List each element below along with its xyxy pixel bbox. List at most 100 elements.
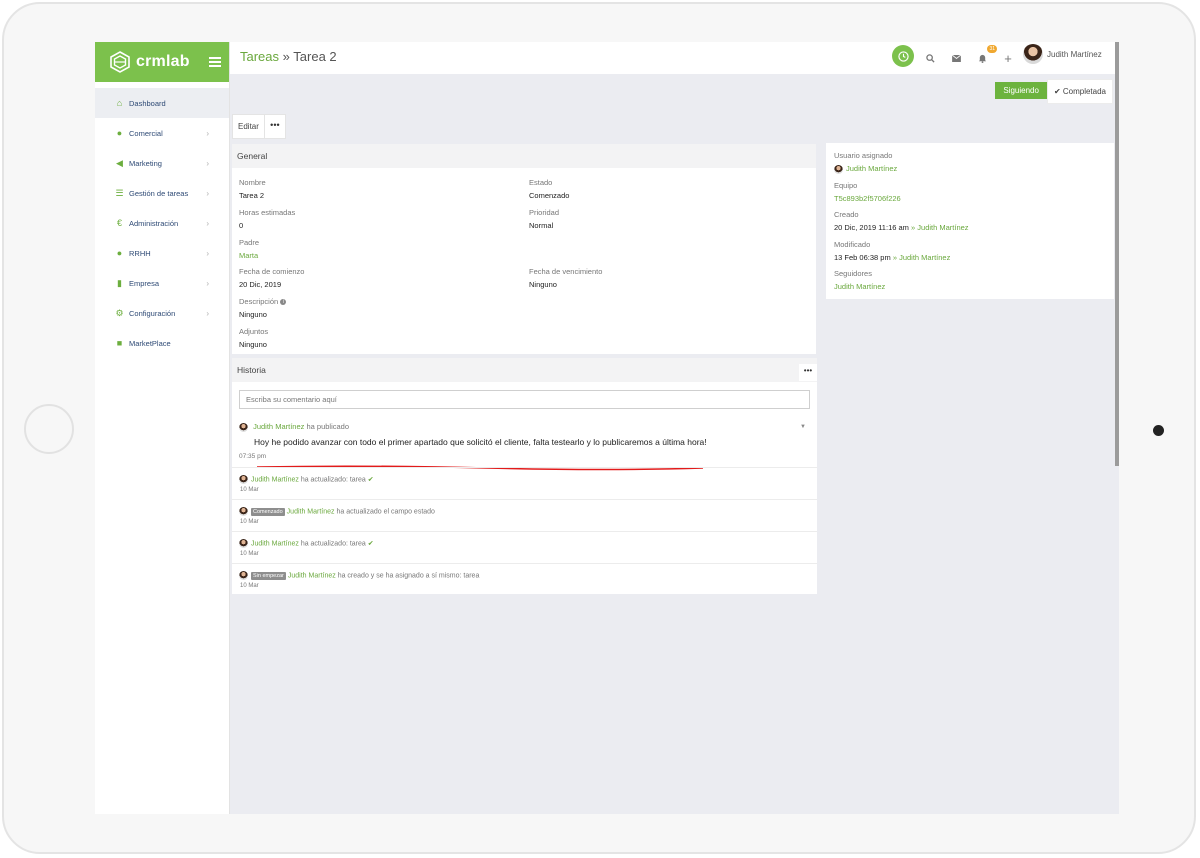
- field-due-date: Fecha de vencimiento Ninguno: [529, 267, 602, 289]
- created-by-link[interactable]: Judith Martínez: [917, 223, 968, 232]
- field-name: Nombre Tarea 2: [239, 178, 266, 200]
- clock-icon[interactable]: [892, 45, 914, 67]
- following-button[interactable]: Siguiendo: [995, 82, 1047, 99]
- sidebar-item-label: Empresa: [129, 278, 160, 288]
- field-value: Ninguno: [529, 280, 557, 289]
- activity-list: Judith Martínez ha actualizado: tarea ✔ 1…: [232, 467, 817, 595]
- field-label: Prioridad: [529, 208, 560, 217]
- check-icon[interactable]: ✔: [368, 540, 374, 547]
- logo-bar: crmlab: [95, 42, 229, 82]
- sidebar-item-label: MarketPlace: [129, 338, 171, 348]
- activity-item: Judith Martínez ha actualizado: tarea ✔ 1…: [232, 531, 817, 563]
- status-badge: Sin empezar: [251, 571, 286, 580]
- tablet-camera: [1153, 425, 1164, 436]
- activity-date: 10 Mar: [240, 583, 259, 589]
- field-value: 0: [239, 221, 244, 230]
- edit-group: Editar •••: [232, 114, 286, 139]
- field-value: Comenzado: [529, 191, 570, 200]
- sidebar-item-rrhh[interactable]: ● RRHH ›: [95, 238, 229, 268]
- user-menu[interactable]: Judith Martínez: [1023, 44, 1102, 64]
- sidebar-item-label: Administración: [129, 218, 179, 228]
- post-message: Hoy he podido avanzar con todo el primer…: [254, 436, 707, 447]
- comment-input[interactable]: Escriba su comentario aquí: [239, 390, 810, 409]
- bell-icon[interactable]: 31: [972, 45, 997, 68]
- sidebar-item-comercial[interactable]: ● Comercial ›: [95, 118, 229, 148]
- created-by-arrow: »: [911, 223, 916, 232]
- sidebar-item-empresa[interactable]: ▮ Empresa ›: [95, 268, 229, 298]
- follower-link[interactable]: Judith Martínez: [834, 282, 885, 291]
- chevron-right-icon: ›: [206, 188, 209, 198]
- field-value: Normal: [529, 221, 554, 230]
- field-label: Fecha de comienzo: [239, 267, 305, 276]
- breadcrumb-tareas-link[interactable]: Tareas: [240, 49, 279, 64]
- sidebar-item-gesti-n-de-tareas[interactable]: ☰ Gestión de tareas ›: [95, 178, 229, 208]
- post-author-link[interactable]: Judith Martínez: [253, 422, 304, 431]
- crmlab-logo-icon[interactable]: [109, 51, 131, 73]
- history-panel-title: Historia: [232, 358, 817, 382]
- sidebar-item-label: Dashboard: [129, 98, 166, 108]
- activity-author-link[interactable]: Judith Martínez: [251, 476, 299, 483]
- info-icon[interactable]: i: [280, 299, 287, 306]
- add-icon[interactable]: +: [998, 48, 1018, 68]
- field-label: Usuario asignado: [834, 151, 893, 160]
- avatar: [239, 475, 248, 484]
- follow-status-group: Siguiendo ✔ Completada: [995, 79, 1113, 104]
- gear-icon: ⚙: [115, 307, 124, 318]
- field-label: Padre: [239, 238, 260, 247]
- parent-link[interactable]: Marta: [239, 251, 259, 260]
- assigned-user-link[interactable]: Judith Martínez: [846, 164, 897, 173]
- field-priority: Prioridad Normal: [529, 208, 559, 230]
- field-value: 20 Dic, 2019: [239, 280, 282, 289]
- field-modified: Modificado 13 Feb 06:38 pm » Judith Mart…: [834, 240, 950, 262]
- activity-author-link[interactable]: Judith Martínez: [251, 540, 299, 547]
- activity-text: ha actualizado: tarea: [300, 540, 366, 548]
- sidebar-item-configuraci-n[interactable]: ⚙ Configuración ›: [95, 298, 229, 328]
- modified-by-link[interactable]: Judith Martínez: [899, 253, 950, 262]
- sidebar-item-label: Marketing: [129, 158, 162, 168]
- field-label: Equipo: [834, 181, 858, 190]
- modified-by-arrow: »: [892, 253, 897, 262]
- avatar: [239, 539, 248, 548]
- chevron-right-icon: ›: [206, 308, 209, 318]
- field-label: Horas estimadas: [239, 208, 296, 217]
- field-label: Adjuntos: [239, 327, 269, 336]
- menu-toggle-icon[interactable]: [209, 57, 221, 67]
- more-actions-button[interactable]: •••: [264, 114, 286, 139]
- activity-date: 10 Mar: [240, 551, 259, 557]
- topbar: Tareas » Tarea 2 31 + Judith Martínez: [230, 42, 1119, 74]
- search-icon[interactable]: [920, 48, 940, 68]
- completed-button[interactable]: ✔ Completada: [1046, 79, 1113, 104]
- field-status: Estado Comenzado: [529, 178, 569, 200]
- field-followers: Seguidores Judith Martínez: [834, 269, 885, 291]
- edit-button[interactable]: Editar: [232, 114, 265, 139]
- field-created: Creado 20 Dic, 2019 11:16 am » Judith Ma…: [834, 210, 969, 232]
- field-label: Descripción: [239, 297, 279, 306]
- field-label: Creado: [834, 210, 859, 219]
- history-more-button[interactable]: •••: [799, 364, 817, 381]
- sidebar-item-label: RRHH: [129, 248, 151, 258]
- sidebar-item-label: Comercial: [129, 128, 163, 138]
- chevron-right-icon: ›: [206, 278, 209, 288]
- activity-author-link[interactable]: Judith Martínez: [288, 572, 336, 579]
- sidebar-item-administraci-n[interactable]: € Administración ›: [95, 208, 229, 238]
- activity-author-link[interactable]: Judith Martínez: [287, 508, 335, 515]
- avatar: [1023, 44, 1043, 64]
- field-label: Estado: [529, 178, 553, 187]
- sidebar-item-marketing[interactable]: ◀ Marketing ›: [95, 148, 229, 178]
- notification-badge: 31: [987, 45, 997, 53]
- sidebar-item-label: Gestión de tareas: [129, 188, 189, 198]
- field-value: Ninguno: [239, 310, 267, 319]
- activity-text: ha actualizado: tarea: [300, 476, 366, 484]
- team-link[interactable]: T5c893b2f5706f226: [834, 194, 901, 203]
- avatar: [834, 164, 843, 174]
- sidebar-item-marketplace[interactable]: ■ MarketPlace: [95, 328, 229, 358]
- sidebar-item-dashboard[interactable]: ⌂ Dashboard: [95, 88, 229, 118]
- page-scrollbar[interactable]: [1115, 42, 1119, 466]
- activity-date: 10 Mar: [240, 519, 259, 525]
- post-options-caret-icon[interactable]: ▼: [800, 424, 806, 430]
- check-icon[interactable]: ✔: [368, 476, 374, 483]
- mail-icon[interactable]: [946, 48, 966, 68]
- activity-text: ha creado y se ha asignado a sí mismo: t…: [337, 572, 480, 580]
- field-label: Seguidores: [834, 269, 872, 278]
- breadcrumb-current: Tarea 2: [293, 49, 337, 64]
